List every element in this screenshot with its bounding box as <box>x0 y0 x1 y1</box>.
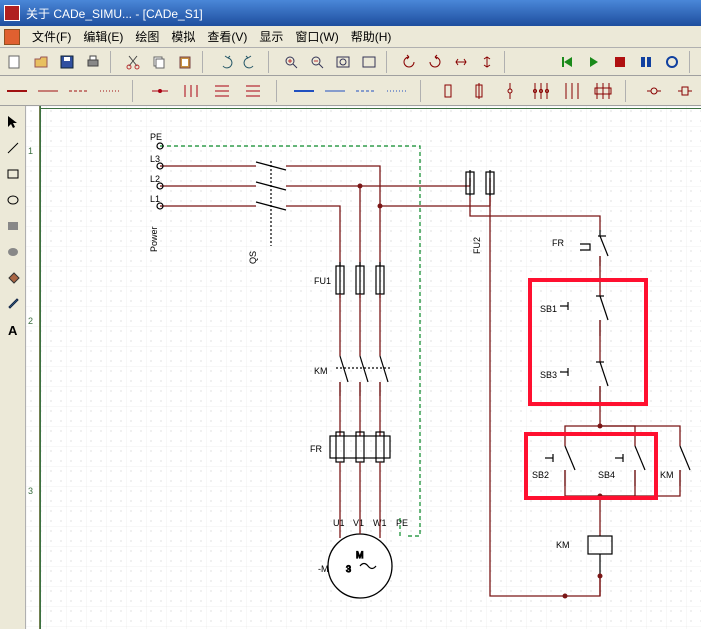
app-icon <box>4 5 20 21</box>
wire-dot-icon[interactable] <box>99 81 120 101</box>
left-toolbar: A <box>0 106 26 629</box>
rotl-icon[interactable] <box>398 51 420 73</box>
lbl-km3: KM <box>660 470 674 480</box>
schematic: PE L3 L2 L1 Power QS <box>40 106 701 629</box>
menu-draw[interactable]: 绘图 <box>135 28 159 45</box>
line-icon[interactable] <box>3 138 23 158</box>
rect-icon[interactable] <box>3 164 23 184</box>
lbl-km: KM <box>314 366 328 376</box>
lbl-u1: U1 <box>333 518 345 528</box>
skip-prev-icon[interactable] <box>557 51 579 73</box>
text-icon[interactable]: A <box>3 320 23 340</box>
doc-icon <box>4 29 20 45</box>
wire-red-icon[interactable] <box>6 81 27 101</box>
menubar: 文件(F) 编辑(E) 绘图 模拟 查看(V) 显示 窗口(W) 帮助(H) <box>0 26 701 48</box>
wire-blue2-icon[interactable] <box>325 81 346 101</box>
bucket-icon[interactable] <box>3 268 23 288</box>
rotr-icon[interactable] <box>424 51 446 73</box>
save-icon[interactable] <box>56 51 78 73</box>
comp-e-icon[interactable] <box>561 81 582 101</box>
stop-icon[interactable] <box>609 51 631 73</box>
lbl-sb2: SB2 <box>532 470 549 480</box>
window-title: 关于 CADe_SIMU... - [CADe_S1] <box>26 5 203 22</box>
lbl-fr: FR <box>310 444 322 454</box>
comp-h-icon[interactable] <box>674 81 695 101</box>
menu-display[interactable]: 显示 <box>259 28 283 45</box>
menu-help[interactable]: 帮助(H) <box>351 28 392 45</box>
bus3s-icon[interactable] <box>243 81 264 101</box>
copy-icon[interactable] <box>148 51 170 73</box>
zoomfit-icon[interactable] <box>332 51 354 73</box>
lbl-mneg: -M <box>318 564 329 574</box>
lbl-pe2: PE <box>396 518 408 528</box>
bus3-icon[interactable] <box>181 81 202 101</box>
lbl-fr2: FR <box>552 238 564 248</box>
lbl-l1: L1 <box>150 194 160 204</box>
zoomin-icon[interactable] <box>280 51 302 73</box>
play-icon[interactable] <box>583 51 605 73</box>
zoomwin-icon[interactable] <box>358 51 380 73</box>
wire-blue3-icon[interactable] <box>356 81 377 101</box>
menu-sim[interactable]: 模拟 <box>171 28 195 45</box>
zoomout-icon[interactable] <box>306 51 328 73</box>
ruler-2: 2 <box>28 316 33 326</box>
ruler-vertical: 1 2 3 <box>26 106 40 629</box>
workspace: A 1 2 3 PE L3 L2 <box>0 106 701 629</box>
palette <box>0 76 701 106</box>
lbl-l3: L3 <box>150 154 160 164</box>
lbl-sb4: SB4 <box>598 470 615 480</box>
comp-f-icon[interactable] <box>592 81 613 101</box>
comp-d-icon[interactable] <box>530 81 551 101</box>
lbl-pe: PE <box>150 132 162 142</box>
lbl-fu1: FU1 <box>314 276 331 286</box>
lbl-m: M <box>356 550 364 560</box>
svg-text:A: A <box>8 323 18 337</box>
new-icon[interactable] <box>4 51 26 73</box>
pointer-icon[interactable] <box>3 112 23 132</box>
comp-a-icon[interactable] <box>437 81 458 101</box>
open-icon[interactable] <box>30 51 52 73</box>
undo-icon[interactable] <box>214 51 236 73</box>
toolbar <box>0 48 701 76</box>
menu-window[interactable]: 窗口(W) <box>295 28 338 45</box>
eyedrop-icon[interactable] <box>3 294 23 314</box>
lbl-sb3: SB3 <box>540 370 557 380</box>
node-icon[interactable] <box>150 81 171 101</box>
lbl-l2: L2 <box>150 174 160 184</box>
fliph-icon[interactable] <box>450 51 472 73</box>
redo-icon[interactable] <box>240 51 262 73</box>
paste-icon[interactable] <box>174 51 196 73</box>
menu-view[interactable]: 查看(V) <box>207 28 247 45</box>
comp-g-icon[interactable] <box>643 81 664 101</box>
wire-dash-icon[interactable] <box>68 81 89 101</box>
menu-edit[interactable]: 编辑(E) <box>83 28 123 45</box>
pause-icon[interactable] <box>635 51 657 73</box>
lbl-sb1: SB1 <box>540 304 557 314</box>
ruler-1: 1 <box>28 146 33 156</box>
comp-b-icon[interactable] <box>468 81 489 101</box>
lbl-km2: KM <box>556 540 570 550</box>
wire-thin-icon[interactable] <box>37 81 58 101</box>
fillrect-icon[interactable] <box>3 216 23 236</box>
lbl-v1: V1 <box>353 518 364 528</box>
ellipse-icon[interactable] <box>3 190 23 210</box>
bus3h-icon[interactable] <box>212 81 233 101</box>
wire-blue-icon[interactable] <box>294 81 315 101</box>
cut-icon[interactable] <box>122 51 144 73</box>
comp-c-icon[interactable] <box>499 81 520 101</box>
lbl-qs: QS <box>248 251 258 264</box>
cycle-icon[interactable] <box>661 51 683 73</box>
flipv-icon[interactable] <box>476 51 498 73</box>
print-icon[interactable] <box>82 51 104 73</box>
ruler-3: 3 <box>28 486 33 496</box>
lbl-fu2: FU2 <box>472 237 482 254</box>
titlebar: 关于 CADe_SIMU... - [CADe_S1] <box>0 0 701 26</box>
canvas[interactable]: 1 2 3 PE L3 L2 L1 Power <box>26 106 701 629</box>
wire-blue4-icon[interactable] <box>387 81 408 101</box>
fillell-icon[interactable] <box>3 242 23 262</box>
lbl-m3: 3 <box>346 564 351 574</box>
menu-file[interactable]: 文件(F) <box>32 28 71 45</box>
lbl-power: Power <box>149 226 159 252</box>
